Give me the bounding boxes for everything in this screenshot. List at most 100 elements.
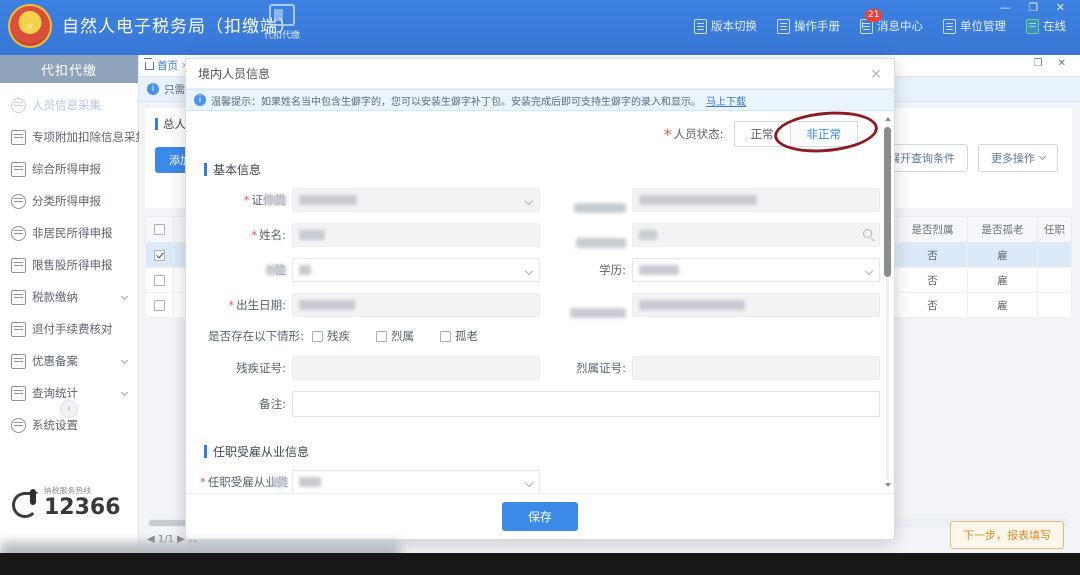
sidebar-item-refund-fee-check[interactable]: 退付手续费核对 <box>0 313 138 345</box>
gender-select[interactable] <box>292 258 540 282</box>
education-select[interactable] <box>632 258 880 282</box>
more-operations-button[interactable]: 更多操作 <box>978 144 1058 172</box>
field-disability-cert: 残疾证号: <box>200 356 540 380</box>
next-step-button[interactable]: 下一步，报表填写 <box>950 521 1064 549</box>
field-notes: 备注: <box>200 391 880 417</box>
scroll-up-arrow-icon[interactable] <box>885 117 891 121</box>
online-status-icon <box>1026 19 1039 34</box>
more-operations-label: 更多操作 <box>991 150 1035 166</box>
field-id-type: *证件类 <box>200 188 540 212</box>
martyr-cert-input[interactable] <box>632 356 880 380</box>
checkbox-icon[interactable] <box>376 331 387 342</box>
checkbox-label: 孤老 <box>455 328 478 344</box>
home-icon <box>145 62 154 70</box>
sidebar-collapse-button[interactable]: ‹ <box>60 400 78 418</box>
field-label: *证件类 <box>200 192 292 208</box>
phone-input[interactable] <box>632 293 880 317</box>
select-all-header[interactable] <box>146 217 174 243</box>
checkbox-martyr[interactable]: 烈属 <box>376 328 414 344</box>
sidebar-item-special-deduction[interactable]: 专项附加扣除信息采集 <box>0 121 138 153</box>
list-id-icon <box>11 130 26 145</box>
cell-elderly: 雇 <box>968 268 1038 293</box>
field-phone <box>540 293 880 317</box>
checkbox-icon[interactable] <box>154 224 165 235</box>
gear-icon <box>11 418 26 433</box>
bar-chart-icon <box>11 258 26 273</box>
nationality-search-input[interactable] <box>632 223 880 247</box>
building-icon <box>943 19 956 34</box>
top-header: 自然人电子税务局（扣缴端） 代扣代缴 版本切换 操作手册 21 消息中心 单位管… <box>0 0 1080 55</box>
checkbox-icon[interactable] <box>154 300 165 311</box>
row-checkbox-cell[interactable] <box>146 268 174 293</box>
checkbox-icon[interactable] <box>154 275 165 286</box>
field-label: 学历: <box>540 262 632 278</box>
id-type-select[interactable] <box>292 188 540 212</box>
sidebar-item-label: 优惠备案 <box>32 353 78 369</box>
conditions-label: 是否存在以下情形: <box>200 328 312 344</box>
sidebar-item-comprehensive-income[interactable]: 综合所得申报 <box>0 153 138 185</box>
hotline-block: 纳税服务热线 12366 <box>12 485 121 520</box>
sidebar-item-classified-income[interactable]: 分类所得申报 <box>0 185 138 217</box>
red-circle-highlight-annotation <box>772 111 879 156</box>
notes-input[interactable] <box>292 391 880 417</box>
content-window-controls[interactable]: ❐ ✕ <box>1033 58 1072 69</box>
folder-icon <box>11 290 26 305</box>
chevron-down-icon <box>525 267 533 275</box>
name-input[interactable] <box>292 223 540 247</box>
query-buttons: 展开查询条件 更多操作 <box>876 144 1058 172</box>
sidebar-item-restricted-stock[interactable]: 限售股所得申报 <box>0 249 138 281</box>
checkbox-elderly[interactable]: 孤老 <box>440 328 478 344</box>
manual-icon <box>777 19 790 34</box>
nav-manual[interactable]: 操作手册 <box>777 18 840 34</box>
sidebar-title: 代扣代缴 <box>0 55 138 83</box>
sidebar-item-preferential-filing[interactable]: 优惠备案 <box>0 345 138 377</box>
id-number-input[interactable] <box>632 188 880 212</box>
nav-message-center[interactable]: 21 消息中心 <box>860 18 923 34</box>
receipt-icon <box>11 322 26 337</box>
employment-type-select[interactable] <box>292 470 540 493</box>
tab-home[interactable]: 首页 × <box>145 58 189 73</box>
checkbox-icon[interactable] <box>440 331 451 342</box>
nav-online-status[interactable]: 在线 <box>1026 18 1066 34</box>
document-icon <box>694 19 707 34</box>
wallet-icon <box>269 4 295 26</box>
disability-cert-input[interactable] <box>292 356 540 380</box>
checkbox-icon[interactable] <box>312 331 323 342</box>
scrollbar-thumb[interactable] <box>884 127 891 277</box>
module-tab-withholding[interactable]: 代扣代缴 <box>252 2 312 41</box>
form-row: *性 学历: <box>200 258 880 282</box>
sidebar-item-label: 限售股所得申报 <box>32 257 113 273</box>
modal-scrollbar[interactable] <box>884 117 891 487</box>
user-collect-icon <box>11 98 26 113</box>
sidebar-item-label: 专项附加扣除信息采集 <box>32 129 147 145</box>
modal-title: 境内人员信息 <box>198 65 270 82</box>
nav-label: 操作手册 <box>794 18 840 34</box>
checkbox-label: 残疾 <box>327 328 350 344</box>
row-checkbox-cell[interactable] <box>146 243 174 268</box>
close-icon[interactable]: × <box>870 66 882 82</box>
person-info-modal: 境内人员信息 × i 温馨提示：如果姓名当中包含生僻字的，您可以安装生僻字补丁包… <box>185 58 895 540</box>
window-controls[interactable]: — ❐ ✕ <box>1000 1 1072 14</box>
sidebar-item-nonresident-income[interactable]: 非居民所得申报 <box>0 217 138 249</box>
checkbox-icon[interactable] <box>154 250 165 261</box>
search-icon[interactable] <box>863 229 872 238</box>
nav-unit-management[interactable]: 单位管理 <box>943 18 1006 34</box>
checkbox-disabled[interactable]: 残疾 <box>312 328 350 344</box>
field-label: 残疾证号: <box>200 360 292 376</box>
scroll-down-arrow-icon[interactable] <box>885 483 891 487</box>
field-id-number <box>540 188 880 212</box>
cell-martyr: 否 <box>898 268 968 293</box>
birth-date-input[interactable] <box>292 293 540 317</box>
nav-version-switch[interactable]: 版本切换 <box>694 18 757 34</box>
row-checkbox-cell[interactable] <box>146 293 174 318</box>
nav-label: 消息中心 <box>877 18 923 34</box>
sidebar-item-personnel-info[interactable]: 人员信息采集 <box>0 89 138 121</box>
form-row: 残疾证号: 烈属证号: <box>200 356 880 380</box>
modal-tip-bar: i 温馨提示：如果姓名当中包含生僻字的，您可以安装生僻字补丁包。安装完成后即可支… <box>186 89 894 111</box>
sidebar-item-label: 人员信息采集 <box>32 97 101 113</box>
checkbox-label: 烈属 <box>391 328 414 344</box>
download-link[interactable]: 马上下载 <box>706 93 746 108</box>
sidebar-item-tax-payment[interactable]: 税款缴纳 <box>0 281 138 313</box>
save-button[interactable]: 保存 <box>502 502 578 531</box>
employment-section-title: 任职受雇从业信息 <box>204 443 880 460</box>
